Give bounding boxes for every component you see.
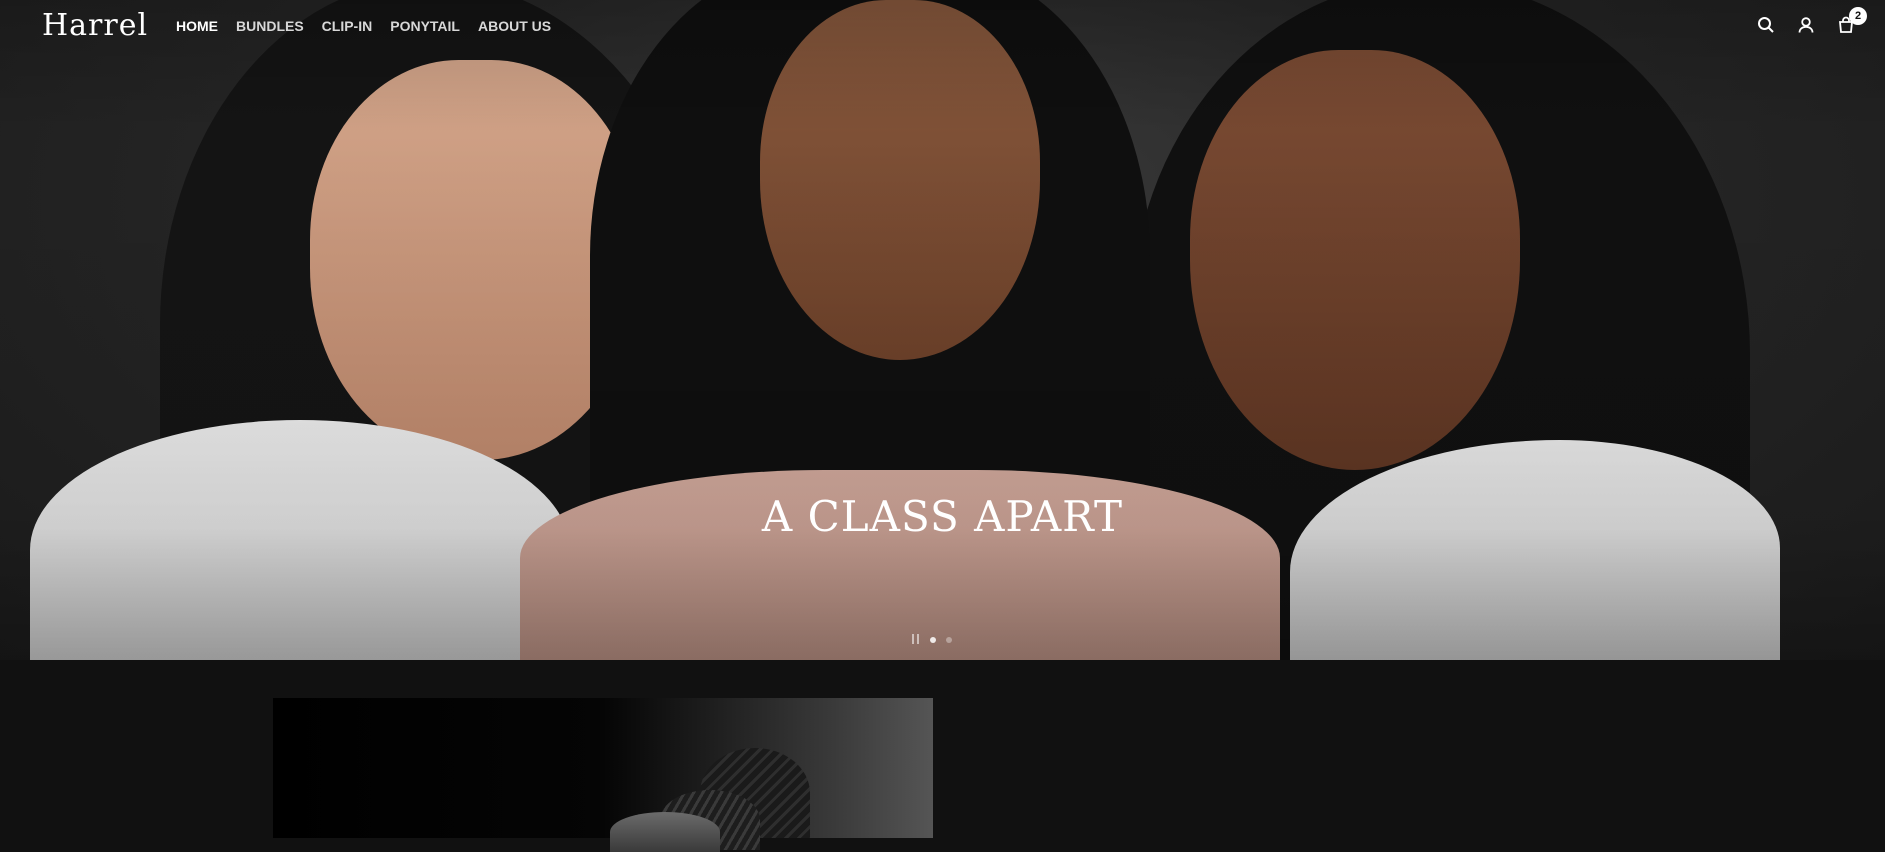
featured-image (273, 698, 933, 838)
nav-item-ponytail[interactable]: PONYTAIL (390, 18, 460, 34)
main-nav: HOME BUNDLES CLIP-IN PONYTAIL ABOUT US (176, 18, 551, 34)
cart-icon[interactable]: 2 (1837, 7, 1867, 34)
slide-dot-1[interactable] (930, 637, 936, 643)
hero-title: A CLASS APART (761, 492, 1124, 541)
nav-item-about-us[interactable]: ABOUT US (478, 18, 551, 34)
pause-icon[interactable] (910, 634, 920, 646)
nav-item-clip-in[interactable]: CLIP-IN (322, 18, 373, 34)
hero-slideshow: A CLASS APART (0, 0, 1885, 660)
slide-dot-2[interactable] (946, 637, 952, 643)
cart-count-badge: 2 (1849, 7, 1867, 25)
header-icons: 2 (1757, 7, 1867, 34)
account-icon[interactable] (1797, 16, 1815, 34)
search-icon[interactable] (1757, 16, 1775, 34)
slider-controls (910, 633, 952, 647)
site-header: Harrel HOME BUNDLES CLIP-IN PONYTAIL ABO… (0, 0, 1885, 54)
nav-item-home[interactable]: HOME (176, 18, 218, 34)
featured-image-detail (610, 812, 720, 852)
hero-overlay (0, 0, 1885, 660)
nav-item-bundles[interactable]: BUNDLES (236, 18, 304, 34)
logo[interactable]: Harrel (42, 8, 148, 43)
